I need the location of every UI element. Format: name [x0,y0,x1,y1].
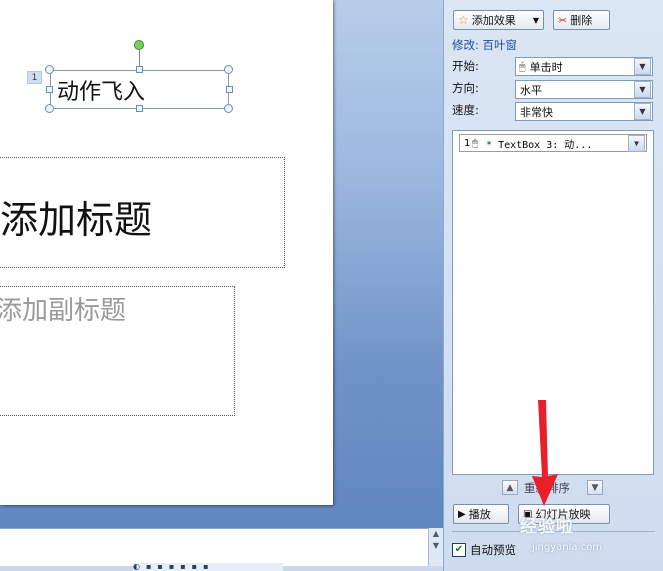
resize-handle-top-right[interactable] [224,65,233,74]
notes-scrollbar[interactable]: ▲ ▼ [428,528,443,571]
resize-handle-bottom-left[interactable] [45,104,54,113]
direction-label: 方向: [452,81,479,95]
effect-star-icon: ✶ [486,137,493,149]
chevron-down-icon[interactable]: ▼ [628,134,645,152]
move-up-icon[interactable]: ▲ [502,480,518,495]
rotation-handle-line [139,50,140,67]
title-placeholder-text: 添加标题 [0,198,153,242]
textbox-text[interactable]: 动作飞入 [57,74,145,106]
annotation-red-arrow [532,400,558,506]
delete-button[interactable]: ✂ 删除 [553,10,610,30]
start-label: 开始: [452,59,479,73]
notes-pane[interactable] [0,528,428,566]
play-icon: ▶ [458,508,466,520]
chevron-down-icon[interactable]: ▼ [634,81,651,98]
add-effect-star-icon: ☆ [458,13,469,27]
subtitle-placeholder-text: 添加副标题 [0,296,127,326]
mouse-click-icon: 🖱 [519,59,526,73]
resize-handle-top[interactable] [136,66,143,73]
modify-label: 修改: 百叶窗 [452,38,518,52]
chevron-down-icon: ▼ [532,15,539,25]
scroll-down-icon[interactable]: ▼ [429,540,443,552]
watermark-text: 经验啦 [520,517,574,537]
resize-handle-right[interactable] [226,86,233,93]
speed-select[interactable]: 非常快 ▼ [515,102,653,121]
watermark-url: jingyanla.com [532,542,603,553]
resize-handle-left[interactable] [46,86,53,93]
resize-handle-bottom[interactable] [136,105,143,112]
resize-handle-top-left[interactable] [45,65,54,74]
delete-icon: ✂ [558,13,568,27]
autopreview-checkbox-row[interactable]: ✔ 自动预览 [452,542,516,558]
start-select[interactable]: 🖱 单击时 ▼ [515,57,653,76]
toolbar-icons-strip: ◐▪▪▪▪▪▪ [133,563,283,571]
chevron-down-icon[interactable]: ▼ [634,58,651,75]
mouse-click-icon: 🖱 [472,137,479,149]
move-down-icon[interactable]: ▼ [587,480,603,495]
scroll-up-icon[interactable]: ▲ [429,528,443,540]
resize-handle-bottom-right[interactable] [224,104,233,113]
rotation-handle[interactable] [134,40,144,50]
direction-select[interactable]: 水平 ▼ [515,80,653,99]
speed-label: 速度: [452,103,479,117]
add-effect-button[interactable]: ☆ 添加效果 ▼ [453,10,544,30]
animation-list-item[interactable]: 1 🖱 ✶ TextBox 3: 动... ▼ [459,134,647,152]
chevron-down-icon[interactable]: ▼ [634,103,651,120]
check-icon[interactable]: ✔ [452,543,466,557]
play-button[interactable]: ▶ 播放 [453,504,509,524]
animation-order-tag: 1 [27,71,42,84]
